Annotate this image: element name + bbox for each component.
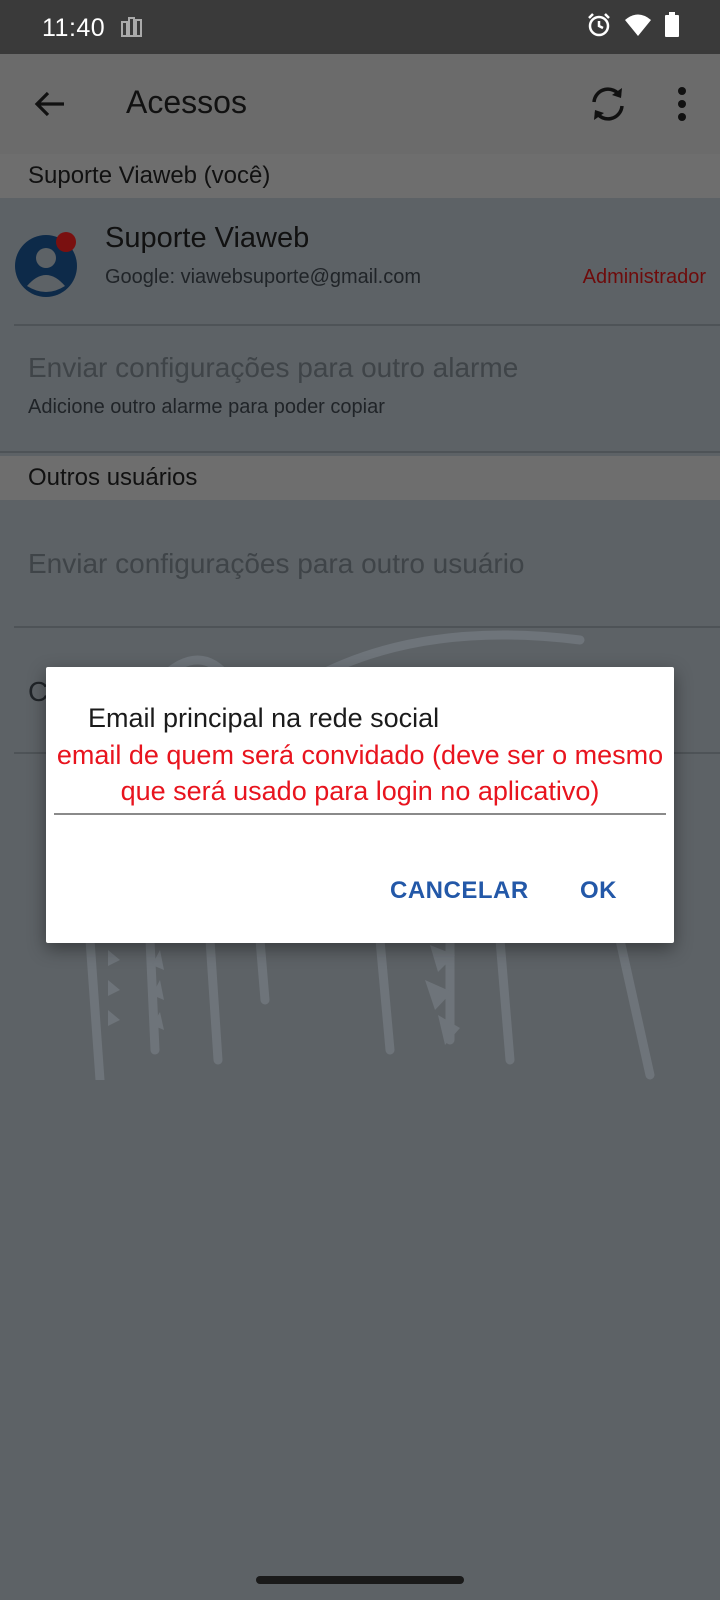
- page-title: Acessos: [126, 84, 247, 120]
- notification-icon: [120, 16, 146, 38]
- divider: [14, 324, 720, 326]
- status-bar: 11:40: [0, 0, 720, 54]
- item-subtitle: Adicione outro alarme para poder copiar: [28, 396, 385, 418]
- dialog-annotation: email de quem será convidado (deve ser o…: [56, 740, 664, 806]
- user-email: Google: viawebsuporte@gmail.com: [105, 266, 422, 288]
- cancel-button[interactable]: CANCELAR: [390, 877, 529, 905]
- nav-bar: [0, 1556, 720, 1600]
- avatar: [14, 230, 77, 297]
- email-dialog: Email principal na rede social email de …: [46, 667, 674, 943]
- section-header-self: Suporte Viaweb (você): [0, 154, 720, 198]
- user-name: Suporte Viaweb: [105, 222, 310, 254]
- email-input[interactable]: [54, 813, 666, 815]
- item-title: Enviar configurações para outro alarme: [28, 352, 519, 383]
- battery-icon: [664, 12, 680, 43]
- section-header-others: Outros usuários: [0, 456, 720, 500]
- sync-icon[interactable]: [584, 80, 632, 128]
- status-icons: [586, 12, 680, 43]
- more-vert-icon[interactable]: [662, 80, 702, 128]
- status-time: 11:40: [42, 14, 106, 42]
- item-title: Enviar configurações para outro usuário: [28, 548, 525, 579]
- app-bar: Acessos: [0, 54, 720, 154]
- alarm-icon: [586, 12, 612, 43]
- user-role: Administrador: [582, 266, 706, 288]
- dialog-title: Email principal na rede social: [88, 703, 440, 733]
- back-arrow-icon[interactable]: [28, 82, 72, 126]
- wifi-icon: [624, 13, 652, 42]
- ok-button[interactable]: OK: [580, 877, 617, 905]
- home-handle[interactable]: [256, 1576, 464, 1584]
- divider: [0, 451, 720, 453]
